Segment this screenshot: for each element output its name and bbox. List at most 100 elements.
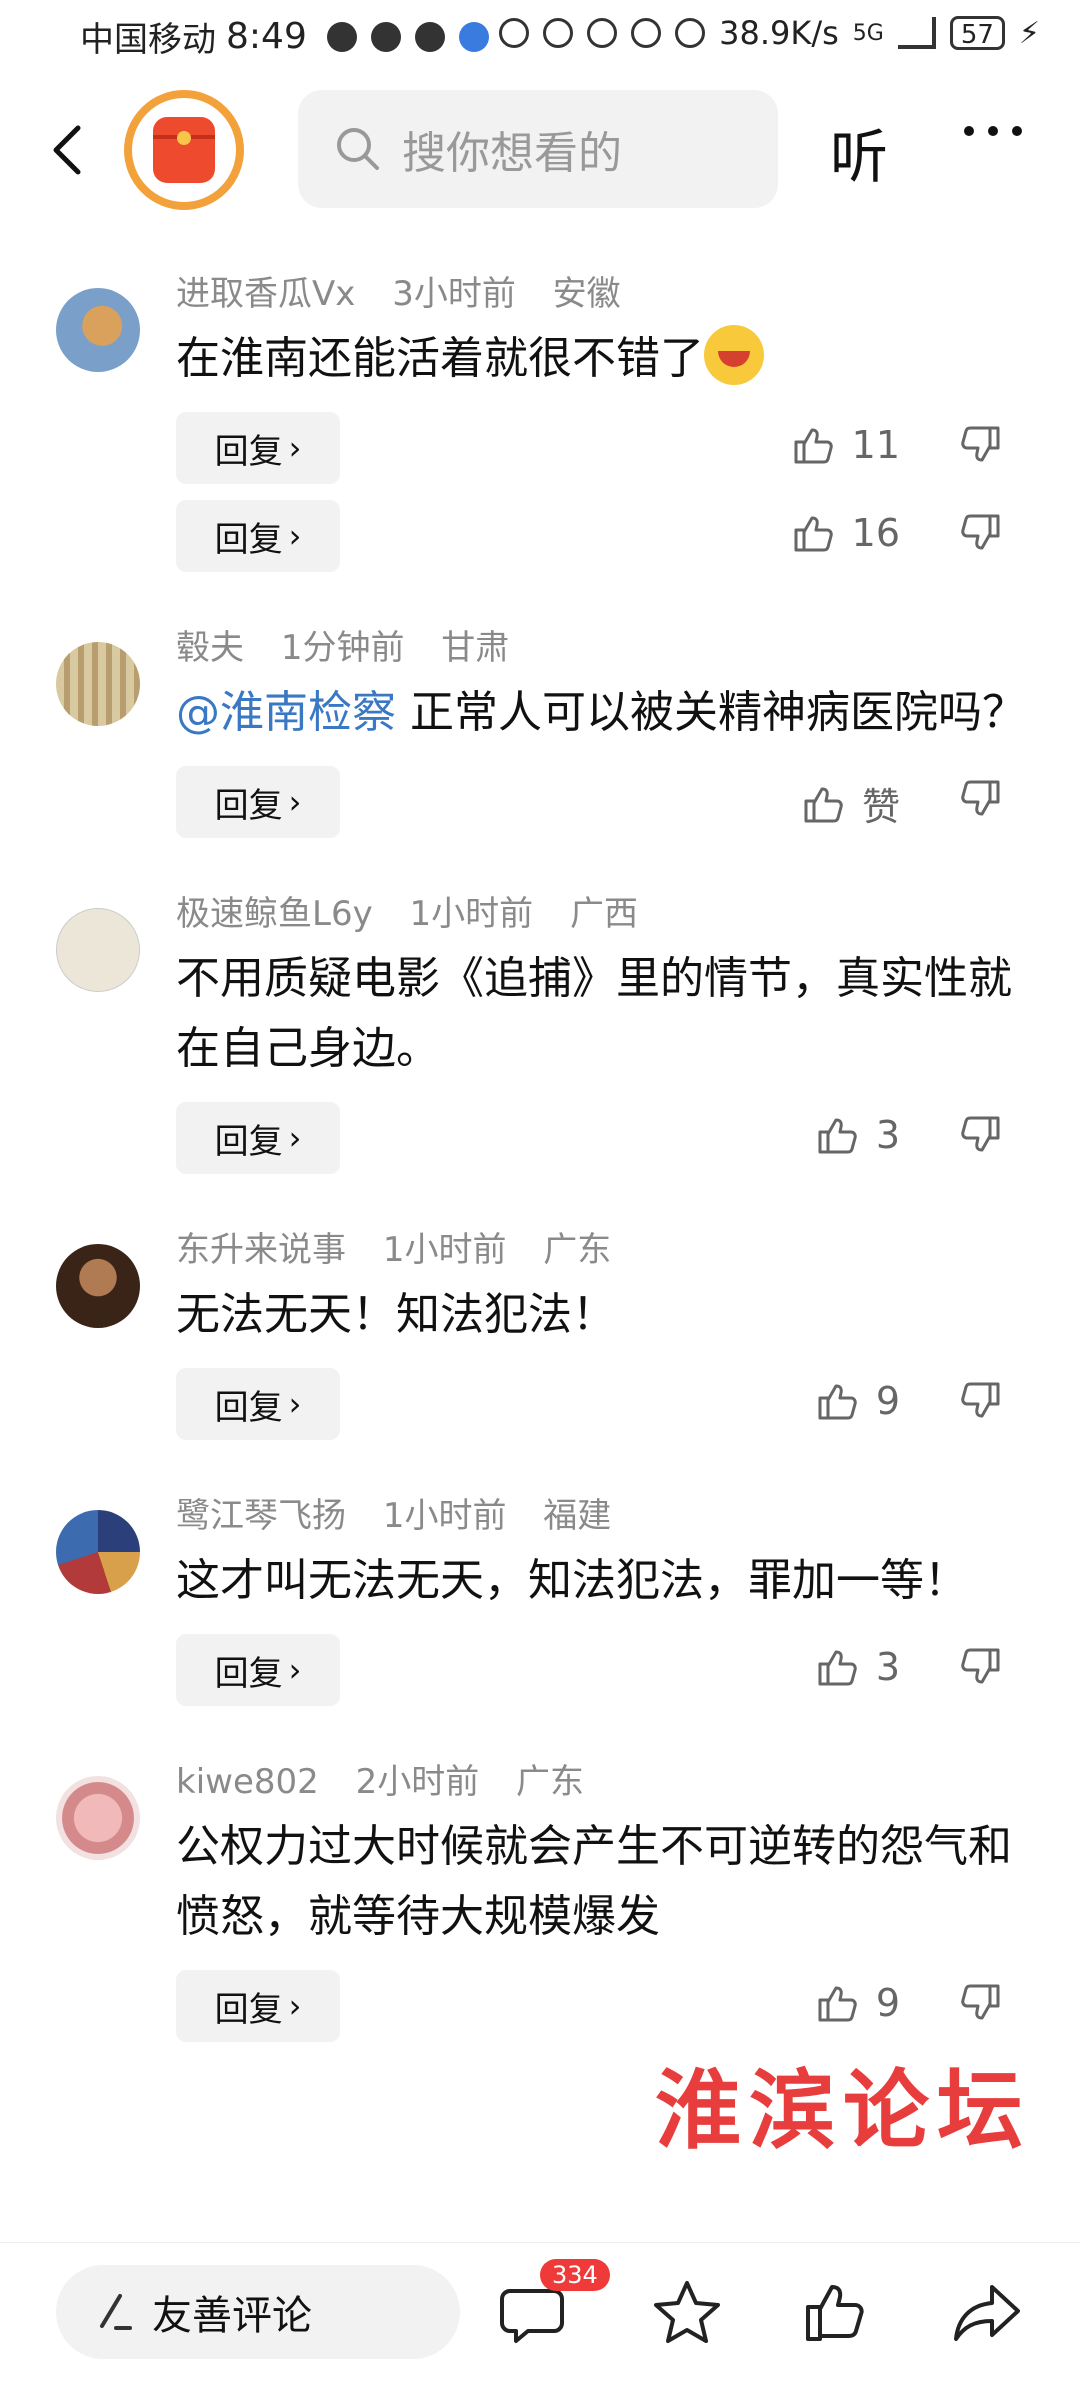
thumbs-up-icon [804, 787, 843, 822]
like-button[interactable]: 3 [814, 1644, 900, 1690]
username[interactable]: 东升来说事 [176, 1230, 346, 1270]
laughing-crying-emoji-icon [704, 325, 764, 385]
comment-region: 甘肃 [441, 628, 510, 668]
comment-item: 极速鲸鱼L6y 1小时前 广西 不用质疑电影《追捕》里的情节，真实性就在自己身边… [0, 890, 1080, 1174]
like-button[interactable]: 11 [790, 422, 900, 468]
comment-item: kiwe802 2小时前 广东 公权力过大时候就会产生不可逆转的怨气和愤怒，就等… [0, 1758, 1080, 2042]
comment-region: 广东 [516, 1762, 585, 1802]
avatar[interactable] [56, 642, 140, 726]
share-button[interactable] [950, 2277, 1024, 2351]
thumbs-down-icon [961, 1116, 1000, 1152]
comment-region: 广西 [569, 894, 638, 934]
status-left: 中国移动 8:49 [80, 12, 489, 61]
username[interactable]: 毂夫 [176, 628, 244, 668]
thumbs-down-icon [961, 1382, 1000, 1418]
more-dot-icon [988, 126, 998, 136]
dislike-button[interactable] [958, 1644, 1004, 1694]
chevron-right-icon: › [288, 1651, 302, 1689]
username[interactable]: 进取香瓜Vx [176, 274, 355, 314]
like-button[interactable]: 3 [814, 1112, 900, 1158]
comment-time: 1小时前 [382, 1230, 507, 1270]
like-count: 3 [875, 1113, 900, 1157]
charging-icon: ⚡ [1018, 15, 1040, 51]
comment-actions: 回复 › 9 [176, 1368, 1020, 1440]
notification-icon [326, 21, 357, 52]
comment-item: 毂夫 1分钟前 甘肃 @淮南检察 正常人可以被关精神病医院吗？ 回复 › 赞 [0, 624, 1080, 838]
reply-button[interactable]: 回复 › [176, 500, 340, 572]
like-button[interactable]: 9 [814, 1980, 900, 2026]
thumbs-down-icon [961, 780, 1000, 816]
wechat-icon [414, 21, 445, 52]
comment-time: 2小时前 [355, 1762, 480, 1802]
comment-text: 公权力过大时候就会产生不可逆转的怨气和愤怒，就等待大规模爆发 [176, 1821, 1012, 1942]
dislike-button[interactable] [958, 776, 1004, 826]
network-type: 5G [852, 20, 884, 46]
avatar[interactable] [56, 1510, 140, 1594]
comment-text: 不用质疑电影《追捕》里的情节，真实性就在自己身边。 [176, 953, 1012, 1074]
comment-region: 福建 [543, 1496, 612, 1536]
thumbs-down-icon [961, 1984, 1000, 2020]
alarm-icon [543, 18, 574, 48]
search-bar[interactable]: 搜你想看的 [298, 90, 778, 208]
comment-actions: 回复 › 3 [176, 1102, 1020, 1174]
reply-label: 回复 [214, 1653, 283, 1694]
avatar[interactable] [56, 1776, 140, 1860]
notification-icons [326, 21, 489, 52]
comment-actions: 回复 › 9 [176, 1970, 1020, 2042]
bottom-action-bar: 友善评论 334 [0, 2242, 1080, 2381]
comment-time: 3小时前 [392, 274, 516, 314]
username[interactable]: 鹭江琴飞扬 [176, 1496, 346, 1536]
like-button[interactable]: 9 [814, 1378, 900, 1424]
dislike-button[interactable] [958, 422, 1004, 472]
comment-time: 1分钟前 [280, 628, 405, 668]
reply-label: 回复 [214, 785, 283, 826]
thumbs-down-icon [961, 1648, 1000, 1684]
mention-link[interactable]: @淮南检察 [176, 687, 396, 738]
carrier-label: 中国移动 [80, 20, 216, 60]
comment-text: 无法无天！知法犯法！ [176, 1289, 616, 1340]
reply-label: 回复 [214, 519, 283, 560]
chevron-right-icon: › [288, 1119, 302, 1157]
comment-meta: 极速鲸鱼L6y 1小时前 广西 [176, 890, 1020, 938]
more-dot-icon [1012, 126, 1022, 136]
dislike-button[interactable] [958, 1378, 1004, 1428]
reply-label: 回复 [214, 1989, 283, 2030]
like-article-button[interactable] [800, 2277, 870, 2351]
chevron-right-icon: › [288, 783, 302, 821]
favorite-button[interactable] [652, 2277, 722, 2351]
red-packet-icon [153, 117, 215, 183]
comment-actions: 回复 › 11 [176, 412, 1020, 484]
like-button[interactable]: 16 [790, 510, 900, 556]
reply-button[interactable]: 回复 › [176, 1970, 340, 2042]
chevron-right-icon: › [288, 429, 302, 467]
avatar[interactable] [56, 1244, 140, 1328]
reply-label: 回复 [214, 1121, 283, 1162]
reply-button[interactable]: 回复 › [176, 766, 340, 838]
thumbs-up-icon [794, 516, 833, 552]
dislike-button[interactable] [958, 1112, 1004, 1162]
reply-button[interactable]: 回复 › [176, 1102, 340, 1174]
avatar[interactable] [56, 908, 140, 992]
more-menu-button[interactable] [964, 126, 1022, 136]
listen-button[interactable]: 听 [830, 110, 888, 194]
avatar[interactable] [56, 288, 140, 372]
chevron-right-icon: › [288, 1987, 302, 2025]
reply-button[interactable]: 回复 › [176, 1368, 340, 1440]
reply-label: 回复 [214, 431, 283, 472]
search-placeholder: 搜你想看的 [402, 128, 622, 179]
dislike-button[interactable] [958, 510, 1004, 560]
like-count: 16 [851, 511, 900, 555]
username[interactable]: 极速鲸鱼L6y [176, 894, 373, 934]
reply-button[interactable]: 回复 › [176, 412, 340, 484]
comment-input[interactable]: 友善评论 [56, 2265, 460, 2359]
thumbs-up-icon [818, 1986, 857, 2022]
reply-button[interactable]: 回复 › [176, 1634, 340, 1706]
thumbs-up-icon [806, 2285, 864, 2341]
like-button[interactable]: 赞 [800, 776, 900, 831]
dislike-button[interactable] [958, 1980, 1004, 2030]
like-count: 11 [851, 423, 900, 467]
comment-meta: 东升来说事 1小时前 广东 [176, 1226, 1020, 1274]
username[interactable]: kiwe802 [176, 1762, 319, 1802]
red-packet-button[interactable] [124, 90, 244, 210]
back-button[interactable] [40, 120, 100, 180]
